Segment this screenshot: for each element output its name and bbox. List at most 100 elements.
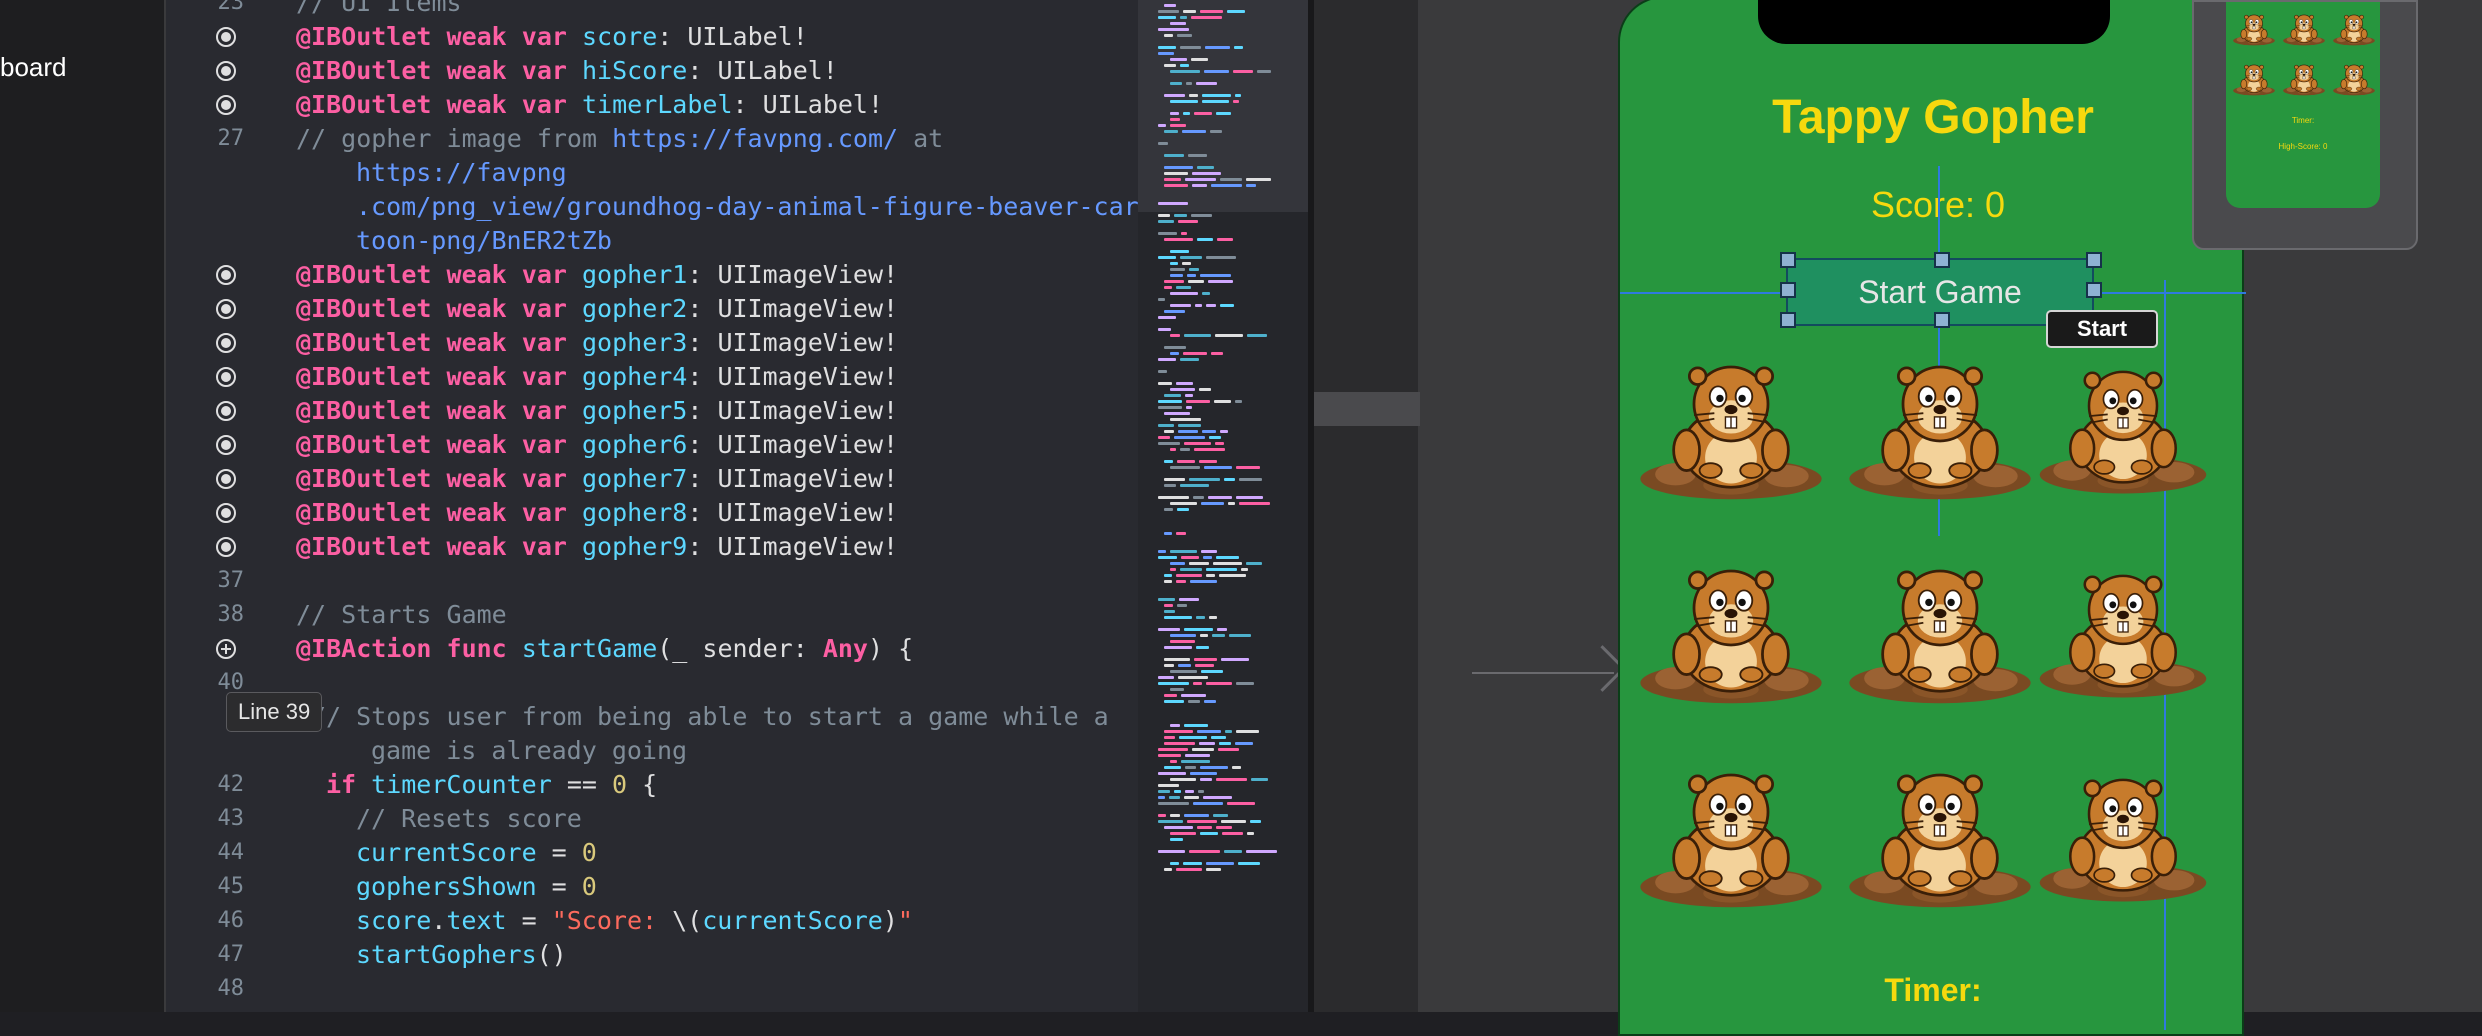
code-text[interactable]: .com/png_view/groundhog-day-animal-figur… bbox=[356, 190, 1138, 224]
code-line[interactable]: @IBAction func startGame(_ sender: Any) … bbox=[166, 632, 1138, 666]
code-line[interactable]: game is already going bbox=[166, 734, 1138, 768]
outlet-connection-icon[interactable] bbox=[216, 503, 236, 523]
code-line[interactable]: 43 // Resets score bbox=[166, 802, 1138, 836]
outlet-connection-icon[interactable] bbox=[216, 27, 236, 47]
outlet-connection-icon[interactable] bbox=[216, 469, 236, 489]
code-text[interactable]: // Starts Game bbox=[296, 598, 507, 632]
code-minimap[interactable] bbox=[1138, 0, 1308, 1012]
gopher-image-view[interactable] bbox=[1840, 354, 2040, 502]
outlet-connection-icon[interactable] bbox=[216, 435, 236, 455]
code-line[interactable]: 47 startGophers() bbox=[166, 938, 1138, 972]
outlet-connection-icon[interactable] bbox=[216, 265, 236, 285]
code-line[interactable]: @IBOutlet weak var gopher9: UIImageView! bbox=[166, 530, 1138, 564]
code-line[interactable]: @IBOutlet weak var gopher8: UIImageView! bbox=[166, 496, 1138, 530]
code-line[interactable]: @IBOutlet weak var gopher1: UIImageView! bbox=[166, 258, 1138, 292]
code-line[interactable]: 27 // gopher image from https://favpng.co… bbox=[166, 122, 1138, 156]
gopher-image-view[interactable] bbox=[2038, 354, 2208, 502]
gopher-image-view[interactable] bbox=[1840, 558, 2040, 706]
code-text[interactable]: toon-png/BnER2tZb bbox=[356, 224, 612, 258]
gopher-image-view[interactable] bbox=[1840, 762, 2040, 910]
code-text[interactable]: @IBOutlet weak var gopher4: UIImageView! bbox=[296, 360, 898, 394]
gopher-image-view[interactable] bbox=[1638, 762, 1824, 910]
resize-handle-top-center[interactable] bbox=[1934, 252, 1950, 268]
scene-preview-thumbnail[interactable]: Timer: High-Score: 0 bbox=[2192, 0, 2418, 250]
line-number[interactable]: 27 bbox=[166, 122, 245, 156]
code-line[interactable]: @IBOutlet weak var hiScore: UILabel! bbox=[166, 54, 1138, 88]
resize-handle-top-left[interactable] bbox=[1780, 252, 1796, 268]
code-line[interactable]: @IBOutlet weak var gopher2: UIImageView! bbox=[166, 292, 1138, 326]
code-line[interactable]: @IBOutlet weak var gopher7: UIImageView! bbox=[166, 462, 1138, 496]
canvas-split-handle[interactable] bbox=[1314, 392, 1420, 426]
outlet-connection-icon[interactable] bbox=[216, 537, 236, 557]
resize-handle-bottom-center[interactable] bbox=[1934, 312, 1950, 328]
line-number[interactable]: 47 bbox=[166, 938, 245, 972]
line-number[interactable]: 46 bbox=[166, 904, 245, 938]
outlet-connection-icon[interactable] bbox=[216, 367, 236, 387]
code-text[interactable]: gophersShown = 0 bbox=[356, 870, 597, 904]
code-line[interactable]: @IBOutlet weak var gopher6: UIImageView! bbox=[166, 428, 1138, 462]
view-controller-scene[interactable]: Tappy Gopher Score: 0 Start Game Start T… bbox=[1618, 0, 2246, 1036]
gopher-image-view[interactable] bbox=[1638, 354, 1824, 502]
code-text[interactable]: @IBOutlet weak var hiScore: UILabel! bbox=[296, 54, 838, 88]
outlet-connection-icon[interactable] bbox=[216, 333, 236, 353]
outlet-connection-icon[interactable] bbox=[216, 299, 236, 319]
resize-handle-bottom-left[interactable] bbox=[1780, 312, 1796, 328]
code-line[interactable]: 23 // UI Items bbox=[166, 0, 1138, 20]
code-text[interactable]: @IBOutlet weak var gopher6: UIImageView! bbox=[296, 428, 898, 462]
code-text[interactable]: @IBOutlet weak var gopher3: UIImageView! bbox=[296, 326, 898, 360]
timer-label[interactable]: Timer: bbox=[1620, 972, 2246, 1009]
outlet-connection-icon[interactable] bbox=[216, 95, 236, 115]
code-line[interactable]: 42 if timerCounter == 0 { bbox=[166, 768, 1138, 802]
navigator-item-label[interactable]: board bbox=[0, 52, 67, 83]
code-text[interactable]: @IBOutlet weak var gopher5: UIImageView! bbox=[296, 394, 898, 428]
code-line[interactable]: 45 gophersShown = 0 bbox=[166, 870, 1138, 904]
gopher-image-view[interactable] bbox=[1638, 558, 1824, 706]
code-text[interactable]: // Resets score bbox=[356, 802, 582, 836]
code-line[interactable]: .com/png_view/groundhog-day-animal-figur… bbox=[166, 190, 1138, 224]
code-text[interactable]: currentScore = 0 bbox=[356, 836, 597, 870]
app-title-label[interactable]: Tappy Gopher bbox=[1620, 90, 2246, 145]
code-text[interactable]: startGophers() bbox=[356, 938, 567, 972]
code-text[interactable]: @IBAction func startGame(_ sender: Any) … bbox=[296, 632, 913, 666]
line-number[interactable]: 45 bbox=[166, 870, 245, 904]
line-number[interactable]: 38 bbox=[166, 598, 245, 632]
line-number[interactable]: 48 bbox=[166, 972, 245, 1006]
code-line[interactable]: 37 bbox=[166, 564, 1138, 598]
code-text[interactable]: @IBOutlet weak var gopher1: UIImageView! bbox=[296, 258, 898, 292]
storyboard-canvas[interactable]: Tappy Gopher Score: 0 Start Game Start T… bbox=[1314, 0, 2482, 1036]
code-text[interactable]: @IBOutlet weak var gopher2: UIImageView! bbox=[296, 292, 898, 326]
code-text[interactable]: score.text = "Score: \(currentScore)" bbox=[356, 904, 913, 938]
code-line[interactable]: @IBOutlet weak var score: UILabel! bbox=[166, 20, 1138, 54]
code-text[interactable]: @IBOutlet weak var score: UILabel! bbox=[296, 20, 808, 54]
gopher-image-view[interactable] bbox=[2038, 762, 2208, 910]
line-number[interactable]: 43 bbox=[166, 802, 245, 836]
line-number[interactable]: 44 bbox=[166, 836, 245, 870]
code-line[interactable]: 44 currentScore = 0 bbox=[166, 836, 1138, 870]
resize-handle-middle-left[interactable] bbox=[1780, 282, 1796, 298]
code-text[interactable]: @IBOutlet weak var gopher7: UIImageView! bbox=[296, 462, 898, 496]
code-text[interactable]: game is already going bbox=[371, 734, 687, 768]
code-line[interactable]: @IBOutlet weak var gopher3: UIImageView! bbox=[166, 326, 1138, 360]
resize-handle-top-right[interactable] bbox=[2086, 252, 2102, 268]
line-number[interactable]: 37 bbox=[166, 564, 245, 598]
outlet-connection-icon[interactable] bbox=[216, 401, 236, 421]
code-line[interactable]: toon-png/BnER2tZb bbox=[166, 224, 1138, 258]
code-text[interactable]: https://favpng bbox=[356, 156, 567, 190]
code-text[interactable]: @IBOutlet weak var gopher8: UIImageView! bbox=[296, 496, 898, 530]
code-text[interactable]: // gopher image from https://favpng.com/… bbox=[296, 122, 943, 156]
gopher-image-view[interactable] bbox=[2038, 558, 2208, 706]
code-line[interactable]: @IBOutlet weak var timerLabel: UILabel! bbox=[166, 88, 1138, 122]
code-line[interactable]: 38 // Starts Game bbox=[166, 598, 1138, 632]
outlet-connection-icon[interactable] bbox=[216, 61, 236, 81]
code-editor[interactable]: 23// UI Items @IBOutlet weak var score: U… bbox=[166, 0, 1138, 1012]
action-connection-icon[interactable] bbox=[216, 639, 236, 659]
line-number[interactable]: 23 bbox=[166, 0, 245, 20]
code-line[interactable]: https://favpng bbox=[166, 156, 1138, 190]
code-text[interactable]: @IBOutlet weak var timerLabel: UILabel! bbox=[296, 88, 883, 122]
code-text[interactable]: @IBOutlet weak var gopher9: UIImageView! bbox=[296, 530, 898, 564]
code-line[interactable]: @IBOutlet weak var gopher4: UIImageView! bbox=[166, 360, 1138, 394]
line-number[interactable]: 42 bbox=[166, 768, 245, 802]
code-line[interactable]: 46 score.text = "Score: \(currentScore)" bbox=[166, 904, 1138, 938]
code-line[interactable]: 48 bbox=[166, 972, 1138, 1006]
resize-handle-middle-right[interactable] bbox=[2086, 282, 2102, 298]
